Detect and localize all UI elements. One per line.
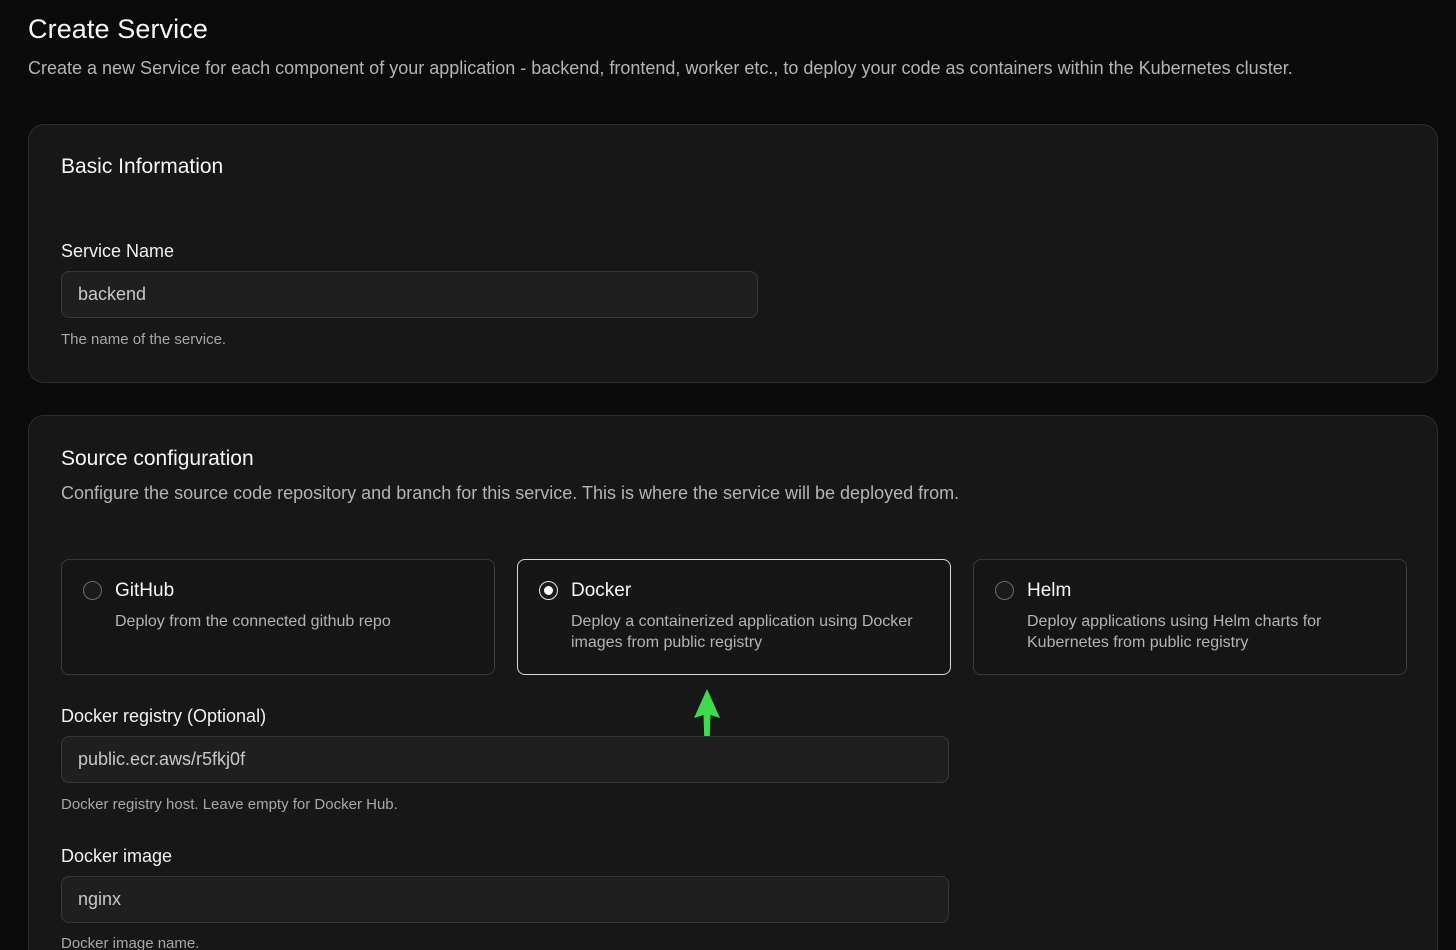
basic-information-card: Basic Information Service Name The name … (28, 124, 1438, 383)
page-title: Create Service (28, 14, 208, 44)
docker-registry-help: Docker registry host. Leave empty for Do… (61, 796, 398, 813)
radio-selected-dot (544, 586, 553, 595)
source-option-helm[interactable]: Helm Deploy applications using Helm char… (973, 559, 1407, 675)
docker-radio[interactable] (539, 581, 558, 600)
github-option-description: Deploy from the connected github repo (115, 613, 391, 630)
docker-image-label: Docker image (61, 846, 173, 866)
docker-image-input[interactable] (61, 876, 949, 923)
service-name-input[interactable] (61, 271, 758, 318)
helm-radio[interactable] (995, 581, 1014, 600)
source-option-github[interactable]: GitHub Deploy from the connected github … (61, 559, 495, 675)
source-configuration-description: Configure the source code repository and… (61, 483, 960, 503)
source-configuration-card: Source configuration Configure the sourc… (28, 415, 1438, 950)
github-radio[interactable] (83, 581, 102, 600)
basic-information-title: Basic Information (61, 155, 224, 178)
service-name-help: The name of the service. (61, 331, 227, 348)
github-option-title: GitHub (115, 580, 175, 601)
source-option-docker[interactable]: Docker Deploy a containerized applicatio… (517, 559, 951, 675)
docker-image-help: Docker image name. (61, 935, 200, 950)
create-service-page: Create Service Create a new Service for … (0, 0, 1456, 950)
source-configuration-title: Source configuration (61, 447, 254, 470)
docker-registry-input[interactable] (61, 736, 949, 783)
docker-registry-label: Docker registry (Optional) (61, 706, 267, 726)
page-subtitle: Create a new Service for each component … (28, 58, 1293, 78)
helm-option-title: Helm (1027, 580, 1072, 601)
docker-option-description: Deploy a containerized application using… (571, 613, 913, 651)
service-name-label: Service Name (61, 241, 175, 261)
helm-option-description: Deploy applications using Helm charts fo… (1027, 613, 1322, 651)
docker-option-title: Docker (571, 580, 632, 601)
